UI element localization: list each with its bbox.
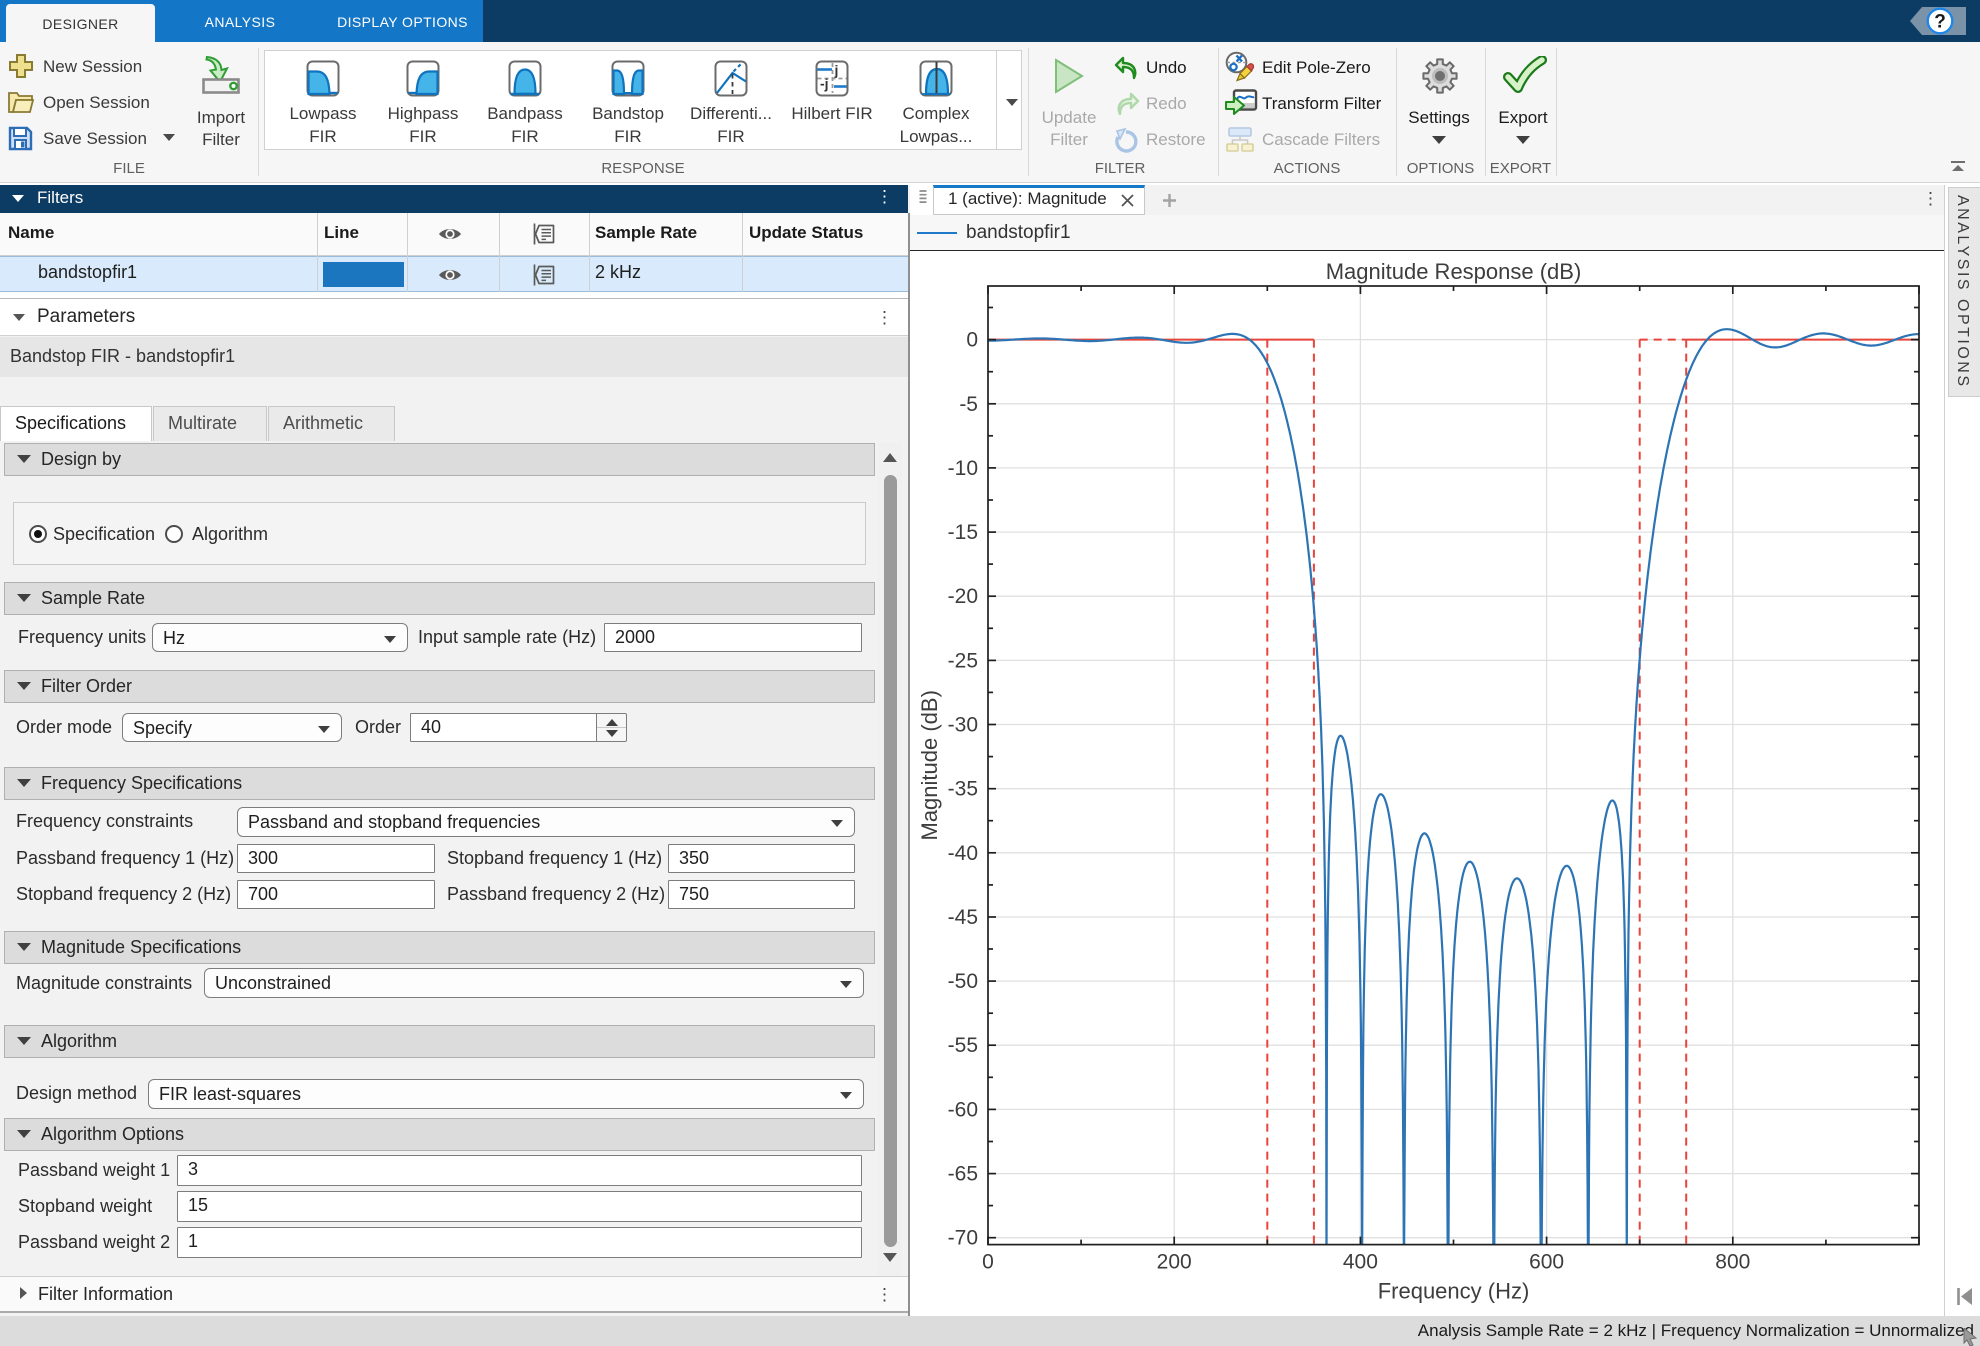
svg-text:-40: -40: [948, 842, 978, 865]
svg-text:-65: -65: [948, 1163, 978, 1186]
svg-text:-35: -35: [948, 778, 978, 801]
svg-text:-5: -5: [959, 393, 978, 416]
svg-text:-55: -55: [948, 1034, 978, 1057]
svg-text:?: ?: [1934, 12, 1946, 33]
svg-text:0: 0: [982, 1251, 994, 1274]
svg-text:-70: -70: [948, 1227, 978, 1250]
svg-text:0: 0: [966, 329, 978, 352]
svg-text:-j: -j: [820, 76, 829, 92]
svg-text:-60: -60: [948, 1098, 978, 1121]
svg-text:Magnitude (dB): Magnitude (dB): [917, 690, 942, 840]
svg-text:-45: -45: [948, 906, 978, 929]
svg-text:-30: -30: [948, 714, 978, 737]
svg-text:j: j: [834, 62, 839, 78]
svg-text:-10: -10: [948, 457, 978, 480]
svg-text:600: 600: [1529, 1251, 1564, 1274]
svg-text:Magnitude Response (dB): Magnitude Response (dB): [1326, 259, 1582, 284]
svg-text:-15: -15: [948, 521, 978, 544]
svg-text:200: 200: [1157, 1251, 1192, 1274]
svg-text:400: 400: [1343, 1251, 1378, 1274]
svg-text:-50: -50: [948, 970, 978, 993]
svg-text:800: 800: [1715, 1251, 1750, 1274]
svg-text:-20: -20: [948, 585, 978, 608]
svg-text:-25: -25: [948, 649, 978, 672]
svg-text:Frequency (Hz): Frequency (Hz): [1378, 1279, 1530, 1304]
